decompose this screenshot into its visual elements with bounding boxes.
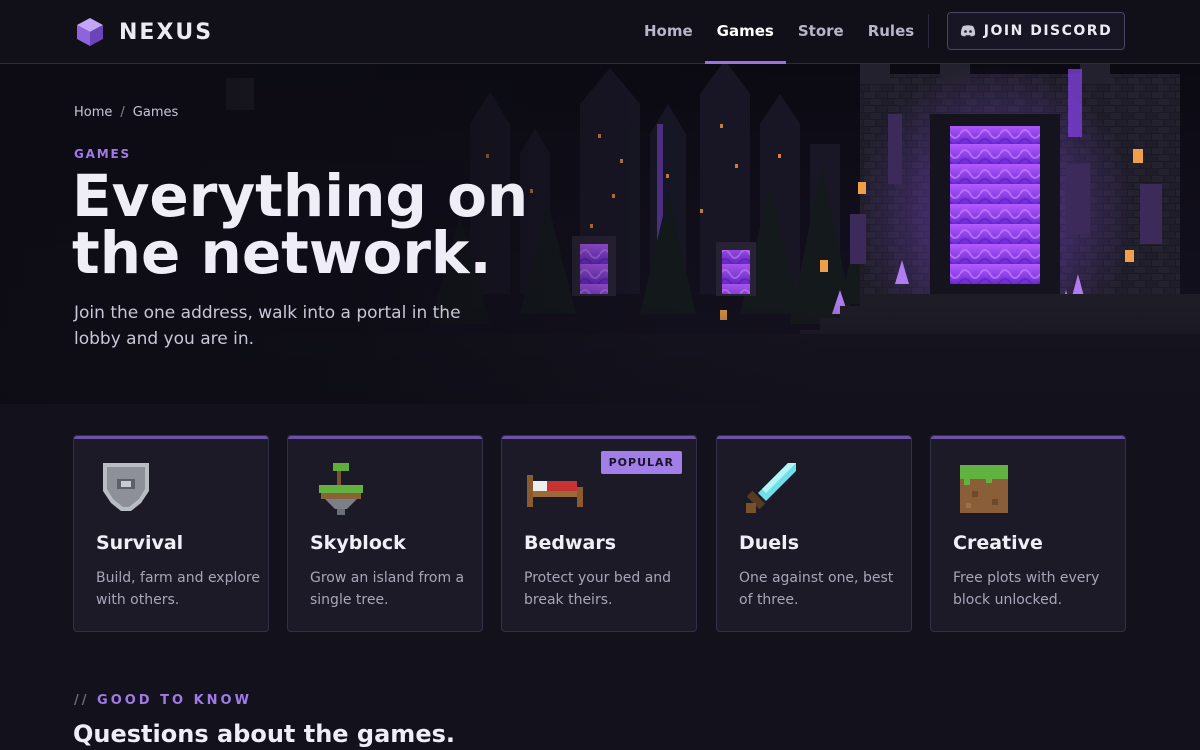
game-card-title: Duels [739,532,800,554]
nav-links: Home Games Store Rules [632,0,926,64]
game-cards: Survival Build, farm and explore with ot… [73,435,1127,632]
sword-icon [746,463,796,513]
faq-eyebrow-text: GOOD TO KNOW [97,693,252,708]
nav-link-games[interactable]: Games [704,0,787,64]
join-discord-button[interactable]: JOIN DISCORD [947,12,1125,50]
breadcrumb: Home / Games [74,105,178,120]
hero-section: Home / Games GAMES Everything on the netwo… [0,64,1200,404]
game-card-description: One against one, best of three. [739,570,894,608]
discord-icon [960,25,975,37]
floating-island-icon [319,463,363,515]
brand-logo-link[interactable]: NEXUS [75,16,213,48]
nav-link-rules[interactable]: Rules [856,0,926,63]
nav-link-home[interactable]: Home [632,0,705,63]
game-card-title: Survival [96,532,184,554]
cube-icon [77,18,103,46]
breadcrumb-current: Games [132,105,179,120]
grass-block-icon [960,465,1008,513]
shield-icon [103,463,149,511]
breadcrumb-separator: / [120,105,125,120]
game-card-description: Free plots with every block unlocked. [953,570,1100,608]
faq-eyebrow-prefix: // [74,693,90,708]
game-card-title: Bedwars [524,532,617,554]
page-title: Everything on the network. [72,162,529,287]
top-navigation: NEXUS Home Games Store Rules JOIN DISCOR… [0,0,1200,64]
hero-eyebrow: GAMES [74,147,131,161]
join-discord-label: JOIN DISCORD [983,23,1113,39]
faq-eyebrow: // GOOD TO KNOW [74,693,252,708]
game-card-survival[interactable]: Survival Build, farm and explore with ot… [73,435,269,632]
game-card-title: Skyblock [310,532,406,554]
game-card-description: Build, farm and explore with others. [96,570,260,608]
game-card-bedwars[interactable]: POPULAR Bedwars Protect your bed and bre… [501,435,697,632]
game-card-description: Grow an island from a single tree. [310,570,465,608]
faq-title: Questions about the games. [73,720,455,748]
bed-icon [527,475,583,507]
brand-name: NEXUS [119,19,214,45]
game-card-creative[interactable]: Creative Free plots with every block unl… [930,435,1126,632]
game-card-title: Creative [953,532,1043,554]
game-card-skyblock[interactable]: Skyblock Grow an island from a single tr… [287,435,483,632]
popular-badge: POPULAR [600,451,682,474]
nav-link-store[interactable]: Store [786,0,856,63]
nav-divider [928,14,929,48]
hero-subtitle: Join the one address, walk into a portal… [74,303,461,349]
game-card-description: Protect your bed and break theirs. [524,570,672,608]
breadcrumb-home[interactable]: Home [74,105,112,120]
game-card-duels[interactable]: Duels One against one, best of three. [716,435,912,632]
